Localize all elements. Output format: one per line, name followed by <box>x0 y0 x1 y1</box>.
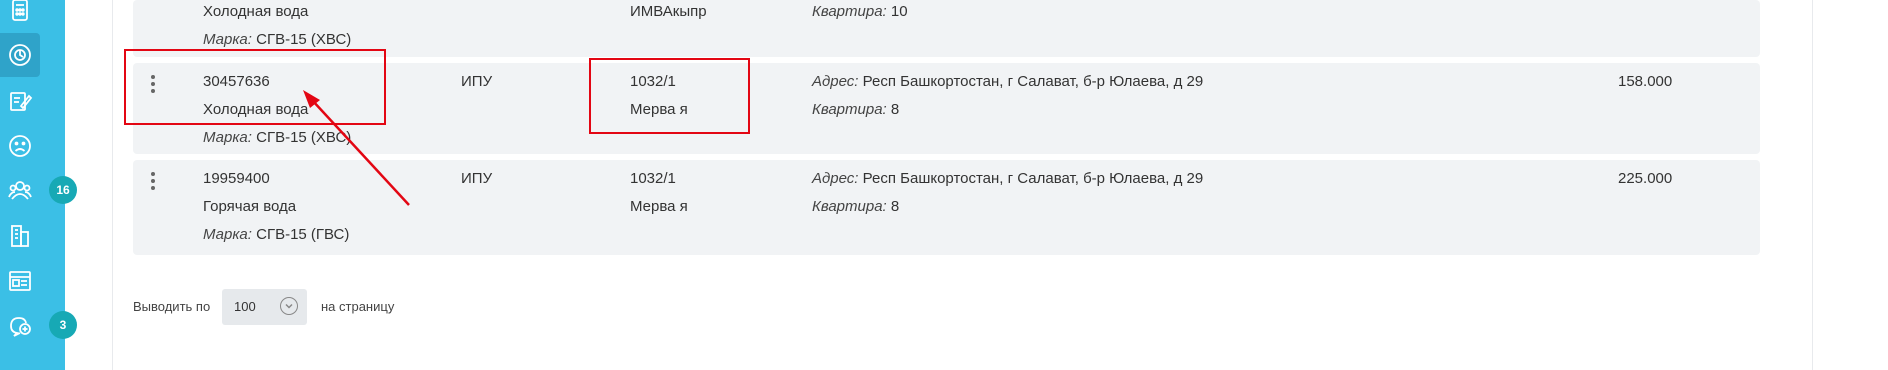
chevron-down-icon[interactable] <box>280 297 298 315</box>
table-row[interactable]: 19959400 Горячая вода Марка: СГВ-15 (ГВС… <box>133 160 1760 255</box>
users-group-icon[interactable] <box>0 168 40 212</box>
calculator-icon[interactable] <box>0 0 40 32</box>
annotation-box-account <box>589 58 750 134</box>
annotation-box-meter <box>124 49 386 125</box>
window-layout-icon[interactable] <box>0 259 40 303</box>
meter-value: 158.000 <box>1618 73 1673 90</box>
resource-name: Горячая вода <box>203 198 297 215</box>
meter-gauge-icon[interactable] <box>0 33 40 77</box>
address-info: Адрес: Респ Башкортостан, г Салават, б-р… <box>812 170 1204 187</box>
owner-name: Мерва я <box>630 198 688 215</box>
notification-badge: 3 <box>49 311 77 339</box>
building-icon[interactable] <box>0 214 40 258</box>
brand-info: Марка: СГВ-15 (ХВС) <box>203 129 352 146</box>
page-size-prefix: Выводить по <box>133 299 211 314</box>
resource-name: Холодная вода <box>203 3 309 20</box>
brand-info: Марка: СГВ-15 (ГВС) <box>203 226 350 243</box>
apartment-info: Квартира: 10 <box>812 3 908 20</box>
owner-name: ИМВАкыпр <box>630 3 707 20</box>
meter-type: ИПУ <box>461 73 493 90</box>
page-size-value: 100 <box>234 299 256 314</box>
sidebar: 16 3 <box>0 0 77 370</box>
account-number: 1032/1 <box>630 170 676 187</box>
page-size-select[interactable]: 100 <box>222 289 307 325</box>
meter-type: ИПУ <box>461 170 493 187</box>
apartment-info: Квартира: 8 <box>812 101 900 118</box>
row-menu-icon[interactable] <box>151 172 157 190</box>
meter-value: 225.000 <box>1618 170 1673 187</box>
page-size-suffix: на страницу <box>321 299 395 314</box>
sad-face-icon[interactable] <box>0 124 40 168</box>
brand-info: Марка: СГВ-15 (ХВС) <box>203 31 352 48</box>
notification-badge: 16 <box>49 176 77 204</box>
panel-divider <box>1812 0 1813 370</box>
address-info: Адрес: Респ Башкортостан, г Салават, б-р… <box>812 73 1204 90</box>
apartment-info: Квартира: 8 <box>812 198 900 215</box>
meter-number: 19959400 <box>203 170 270 187</box>
chat-add-icon[interactable] <box>0 304 40 348</box>
edit-document-icon[interactable] <box>0 79 40 123</box>
